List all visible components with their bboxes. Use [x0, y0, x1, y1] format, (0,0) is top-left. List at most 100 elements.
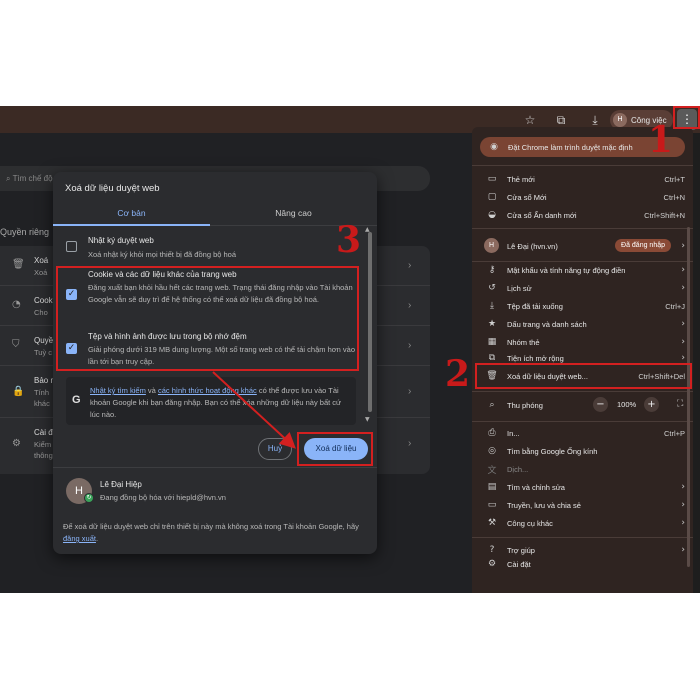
chevron-right-icon: › [681, 500, 685, 510]
annotation-box-clear-data [475, 363, 692, 389]
menu-item-label: Truyền, lưu và chia sẻ [507, 500, 581, 510]
search-history-link[interactable]: Nhật ký tìm kiếm [90, 386, 146, 395]
annotation-box-clear-button [297, 432, 373, 466]
menu-divider [472, 228, 693, 229]
chevron-right-icon: › [681, 241, 685, 251]
google-account-info: G Nhật ký tìm kiếm và các hình thức hoạt… [66, 377, 356, 425]
shield-search-icon: ⛉ [12, 339, 20, 350]
info-text: Nhật ký tìm kiếm và các hình thức hoạt đ… [90, 385, 352, 421]
sync-status: Đang đồng bộ hóa với hiepld@hvn.vn [100, 493, 226, 502]
menu-item-bookmarks[interactable]: ★ Dấu trang và danh sách › [472, 315, 693, 333]
menu-item-label: Dấu trang và danh sách [507, 319, 587, 329]
row-desc: Kiểm [34, 440, 52, 449]
chevron-right-icon: › [408, 340, 412, 351]
key-icon: ⚷ [488, 265, 496, 275]
cancel-button[interactable]: Huỷ [258, 438, 292, 460]
chrome-icon: ◉ [490, 142, 498, 152]
toolbox-icon: ⚒ [487, 518, 497, 528]
zoom-icon: ⌕ [489, 400, 495, 410]
menu-divider [472, 391, 693, 392]
chevron-right-icon: › [408, 300, 412, 311]
menu-item-label: Cửa sổ Mới [507, 192, 547, 202]
chevron-right-icon: › [681, 482, 685, 492]
option-title: Nhật ký duyệt web [88, 236, 154, 245]
chevron-right-icon: › [408, 260, 412, 271]
menu-item-downloads[interactable]: ⤓ Tệp đã tải xuống Ctrl+J [472, 297, 693, 315]
menu-item-zoom: ⌕ Thu phóng − 100% + ⛶ [472, 395, 693, 415]
menu-item-help[interactable]: ? Trợ giúp › [472, 541, 693, 559]
dialog-footer: Để xoá dữ liệu duyệt web chỉ trên thiết … [63, 521, 363, 545]
translate-icon: 文 [487, 465, 497, 476]
cookie-icon: ◔ [12, 299, 21, 310]
sync-icon: ↻ [84, 493, 94, 503]
menu-item-label: Tìm và chỉnh sửa [507, 482, 565, 492]
other-activity-link[interactable]: các hình thức hoạt động khác [158, 386, 257, 395]
row-title: Cài đ [34, 428, 53, 437]
google-icon: G [72, 394, 81, 406]
menu-item-settings[interactable]: ⚙ Cài đặt [472, 558, 693, 570]
profile-name: Lê Đại (hvn.vn) [507, 241, 558, 251]
row-desc: Tính [34, 388, 50, 397]
scroll-down-arrow[interactable]: ▼ [365, 416, 370, 423]
menu-item-profile[interactable]: H Lê Đại (hvn.vn) Đã đăng nhập › [472, 236, 693, 256]
step-number-2: 2 [445, 353, 471, 395]
sign-out-link[interactable]: đăng xuất [63, 534, 96, 543]
menu-item-google-lens[interactable]: ◎ Tìm bằng Google Ống kính [472, 442, 693, 460]
chevron-right-icon: › [408, 438, 412, 449]
find-icon: ▤ [487, 482, 497, 492]
menu-item-print[interactable]: ⎙ In... Ctrl+P [472, 424, 693, 442]
menu-item-more-tools[interactable]: ⚒ Công cụ khác › [472, 514, 693, 532]
row-title: Cook [34, 296, 53, 305]
menu-item-label: Lịch sử [507, 283, 532, 293]
menu-item-find-edit[interactable]: ▤ Tìm và chỉnh sửa › [472, 478, 693, 496]
dialog-scrollbar[interactable] [368, 232, 372, 412]
section-heading: Quyền riêng [0, 227, 50, 237]
print-icon: ⎙ [488, 428, 496, 438]
menu-item-label: Công cụ khác [507, 518, 553, 528]
gear-icon: ⚙ [487, 559, 497, 569]
menu-item-history[interactable]: ↺ Lịch sử › [472, 279, 693, 297]
menu-item-passwords[interactable]: ⚷ Mật khẩu và tính năng tự động điền › [472, 261, 693, 279]
zoom-in-button[interactable]: + [644, 397, 659, 412]
chevron-right-icon: › [408, 386, 412, 397]
row-desc: Tuỳ c [34, 348, 53, 357]
menu-item-incognito[interactable]: ◒ Cửa sổ Ẩn danh mới Ctrl+Shift+N [472, 206, 693, 224]
dialog-divider [53, 467, 377, 468]
fullscreen-icon[interactable]: ⛶ [677, 399, 683, 409]
tab-basic[interactable]: Cơ bản [53, 206, 210, 226]
menu-item-shortcut: Ctrl+P [663, 428, 685, 438]
menu-item-label: Tiện ích mở rộng [507, 353, 564, 363]
menu-scrollbar[interactable] [687, 227, 690, 567]
menu-item-label: Thu phóng [507, 400, 543, 410]
incognito-icon: ◒ [488, 210, 496, 220]
menu-item-cast-save-share[interactable]: ▭ Truyền, lưu và chia sẻ › [472, 496, 693, 514]
row-desc: khác [34, 399, 50, 408]
menu-item-new-window[interactable]: ▢ Cửa sổ Mới Ctrl+N [472, 188, 693, 206]
chevron-right-icon: › [681, 283, 685, 293]
chevron-right-icon: › [681, 353, 685, 363]
download-icon: ⤓ [490, 301, 494, 311]
menu-divider [472, 421, 693, 422]
new-tab-icon: ▭ [487, 174, 497, 184]
menu-item-label: Thẻ mới [507, 174, 535, 184]
zoom-out-button[interactable]: − [593, 397, 608, 412]
menu-item-new-tab[interactable]: ▭ Thẻ mới Ctrl+T [472, 170, 693, 188]
dialog-title: Xoá dữ liệu duyệt web [65, 183, 160, 194]
new-window-icon: ▢ [487, 192, 497, 202]
menu-divider [472, 537, 693, 538]
search-icon: ⌕ [6, 174, 11, 183]
menu-item-label: Tệp đã tải xuống [507, 301, 563, 311]
row-desc: thông [34, 451, 53, 460]
menu-item-translate: 文 Dịch... [472, 460, 693, 478]
menu-item-shortcut: Ctrl+T [664, 174, 685, 184]
sliders-icon: ⚙ [12, 438, 21, 449]
cast-icon: ▭ [487, 500, 497, 510]
account-name: Lê Đại Hiệp [100, 480, 142, 489]
row-desc: Cho [34, 308, 48, 317]
avatar: H [613, 113, 627, 127]
chevron-right-icon: › [681, 319, 685, 329]
menu-item-label: Mật khẩu và tính năng tự động điền [507, 265, 626, 275]
browsing-history-checkbox[interactable] [66, 241, 77, 252]
extensions-icon: ⧉ [488, 353, 496, 363]
footer-text-part: . [95, 534, 99, 543]
